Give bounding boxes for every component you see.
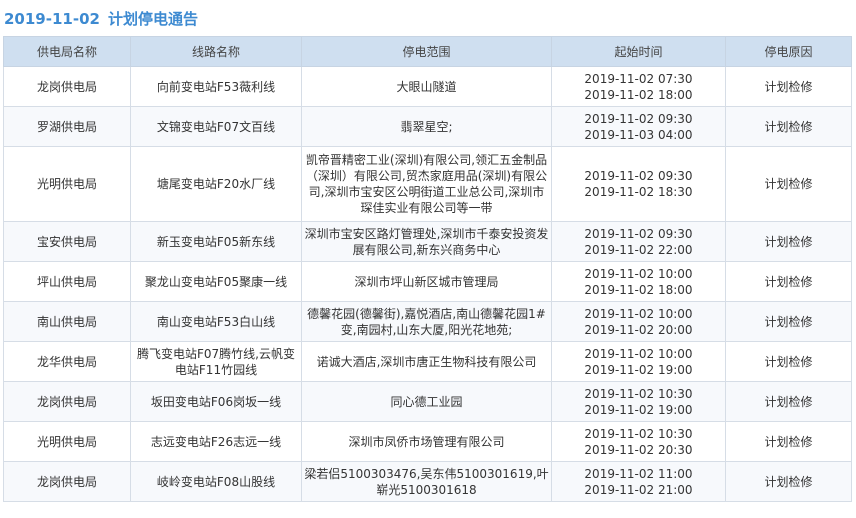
start-time: 2019-11-02 09:30 — [584, 226, 693, 241]
cell-line: 向前变电站F53薇利线 — [130, 66, 302, 107]
table-row: 坪山供电局 聚龙山变电站F05聚康一线 深圳市坪山新区城市管理局 2019-11… — [3, 261, 852, 302]
cell-time: 2019-11-02 09:30 2019-11-02 18:30 — [551, 146, 726, 222]
table-row: 光明供电局 塘尾变电站F20水厂线 凯帝晋精密工业(深圳)有限公司,领汇五金制品… — [3, 146, 852, 222]
end-time: 2019-11-02 22:00 — [584, 242, 693, 257]
end-time: 2019-11-02 18:00 — [584, 282, 693, 297]
cell-line: 聚龙山变电站F05聚康一线 — [130, 261, 302, 302]
cell-bureau: 南山供电局 — [3, 301, 131, 342]
end-time: 2019-11-02 20:30 — [584, 442, 693, 457]
end-time: 2019-11-02 21:00 — [584, 482, 693, 497]
cell-reason: 计划检修 — [725, 221, 852, 262]
notice-title: 2019-11-02 计划停电通告 — [0, 0, 856, 36]
cell-range: 深圳市坪山新区城市管理局 — [301, 261, 552, 302]
end-time: 2019-11-02 19:00 — [584, 362, 693, 377]
cell-bureau: 龙华供电局 — [3, 341, 131, 382]
notice-title-text: 计划停电通告 — [107, 10, 198, 28]
cell-line: 塘尾变电站F20水厂线 — [130, 146, 302, 222]
table-row: 龙岗供电局 岐岭变电站F08山股线 梁若侣5100303476,吴东伟51003… — [3, 461, 852, 502]
cell-line: 坂田变电站F06岗坂一线 — [130, 381, 302, 422]
cell-time: 2019-11-02 10:30 2019-11-02 20:30 — [551, 421, 726, 462]
cell-reason: 计划检修 — [725, 461, 852, 502]
start-time: 2019-11-02 10:30 — [584, 386, 693, 401]
start-time: 2019-11-02 10:00 — [584, 346, 693, 361]
cell-time: 2019-11-02 10:00 2019-11-02 20:00 — [551, 301, 726, 342]
start-time: 2019-11-02 09:30 — [584, 169, 693, 183]
start-time: 2019-11-02 10:00 — [584, 306, 693, 321]
outage-table: 供电局名称 线路名称 停电范围 起始时间 停电原因 龙岗供电局 向前变电站F53… — [3, 36, 852, 502]
cell-time: 2019-11-02 10:00 2019-11-02 18:00 — [551, 261, 726, 302]
start-time: 2019-11-02 07:30 — [584, 71, 693, 86]
cell-line: 志远变电站F26志远一线 — [130, 421, 302, 462]
table-row: 龙岗供电局 坂田变电站F06岗坂一线 同心德工业园 2019-11-02 10:… — [3, 381, 852, 422]
cell-time: 2019-11-02 09:30 2019-11-03 04:00 — [551, 106, 726, 147]
start-time: 2019-11-02 11:00 — [584, 466, 693, 481]
end-time: 2019-11-02 19:00 — [584, 402, 693, 417]
start-time: 2019-11-02 10:00 — [584, 266, 693, 281]
cell-bureau: 龙岗供电局 — [3, 66, 131, 107]
cell-line: 文锦变电站F07文百线 — [130, 106, 302, 147]
table-row: 罗湖供电局 文锦变电站F07文百线 翡翠星空; 2019-11-02 09:30… — [3, 106, 852, 147]
table-header-row: 供电局名称 线路名称 停电范围 起始时间 停电原因 — [3, 36, 852, 67]
cell-bureau: 光明供电局 — [3, 421, 131, 462]
cell-time: 2019-11-02 10:00 2019-11-02 19:00 — [551, 341, 726, 382]
cell-line: 新玉变电站F05新东线 — [130, 221, 302, 262]
table-row: 宝安供电局 新玉变电站F05新东线 深圳市宝安区路灯管理处,深圳市千泰安投资发展… — [3, 221, 852, 262]
cell-range: 深圳市宝安区路灯管理处,深圳市千泰安投资发展有限公司,新东兴商务中心 — [301, 221, 552, 262]
cell-reason: 计划检修 — [725, 341, 852, 382]
header-reason: 停电原因 — [725, 36, 852, 67]
cell-range: 梁若侣5100303476,吴东伟5100301619,叶崭光510030161… — [301, 461, 552, 502]
cell-reason: 计划检修 — [725, 146, 852, 222]
cell-line: 南山变电站F53白山线 — [130, 301, 302, 342]
start-time: 2019-11-02 09:30 — [584, 111, 693, 126]
cell-range: 诺诚大酒店,深圳市唐正生物科技有限公司 — [301, 341, 552, 382]
end-time: 2019-11-02 18:00 — [584, 87, 693, 102]
cell-line: 岐岭变电站F08山股线 — [130, 461, 302, 502]
table-row: 光明供电局 志远变电站F26志远一线 深圳市凤侨市场管理有限公司 2019-11… — [3, 421, 852, 462]
cell-bureau: 宝安供电局 — [3, 221, 131, 262]
cell-reason: 计划检修 — [725, 301, 852, 342]
cell-bureau: 龙岗供电局 — [3, 461, 131, 502]
cell-bureau: 光明供电局 — [3, 146, 131, 222]
end-time: 2019-11-02 18:30 — [584, 185, 693, 199]
cell-range: 深圳市凤侨市场管理有限公司 — [301, 421, 552, 462]
notice-date: 2019-11-02 — [4, 10, 100, 28]
cell-bureau: 龙岗供电局 — [3, 381, 131, 422]
start-time: 2019-11-02 10:30 — [584, 426, 693, 441]
header-start-time: 起始时间 — [551, 36, 726, 67]
header-line: 线路名称 — [130, 36, 302, 67]
end-time: 2019-11-02 20:00 — [584, 322, 693, 337]
cell-bureau: 坪山供电局 — [3, 261, 131, 302]
cell-range: 凯帝晋精密工业(深圳)有限公司,领汇五金制品（深圳）有限公司,贸杰家庭用品(深圳… — [301, 146, 552, 222]
cell-reason: 计划检修 — [725, 381, 852, 422]
cell-time: 2019-11-02 11:00 2019-11-02 21:00 — [551, 461, 726, 502]
end-time: 2019-11-03 04:00 — [584, 127, 693, 142]
cell-reason: 计划检修 — [725, 261, 852, 302]
cell-range: 大眼山隧道 — [301, 66, 552, 107]
table-row: 龙华供电局 腾飞变电站F07腾竹线,云帆变电站F11竹园线 诺诚大酒店,深圳市唐… — [3, 341, 852, 382]
cell-range: 德馨花园(德馨街),嘉悦酒店,南山德馨花园1#变,南园村,山东大厦,阳光花地苑; — [301, 301, 552, 342]
cell-bureau: 罗湖供电局 — [3, 106, 131, 147]
header-bureau: 供电局名称 — [3, 36, 131, 67]
cell-range: 同心德工业园 — [301, 381, 552, 422]
cell-time: 2019-11-02 10:30 2019-11-02 19:00 — [551, 381, 726, 422]
table-row: 龙岗供电局 向前变电站F53薇利线 大眼山隧道 2019-11-02 07:30… — [3, 66, 852, 107]
table-row: 南山供电局 南山变电站F53白山线 德馨花园(德馨街),嘉悦酒店,南山德馨花园1… — [3, 301, 852, 342]
cell-time: 2019-11-02 07:30 2019-11-02 18:00 — [551, 66, 726, 107]
cell-time: 2019-11-02 09:30 2019-11-02 22:00 — [551, 221, 726, 262]
cell-reason: 计划检修 — [725, 421, 852, 462]
cell-reason: 计划检修 — [725, 106, 852, 147]
cell-range: 翡翠星空; — [301, 106, 552, 147]
header-range: 停电范围 — [301, 36, 552, 67]
cell-line: 腾飞变电站F07腾竹线,云帆变电站F11竹园线 — [130, 341, 302, 382]
cell-reason: 计划检修 — [725, 66, 852, 107]
